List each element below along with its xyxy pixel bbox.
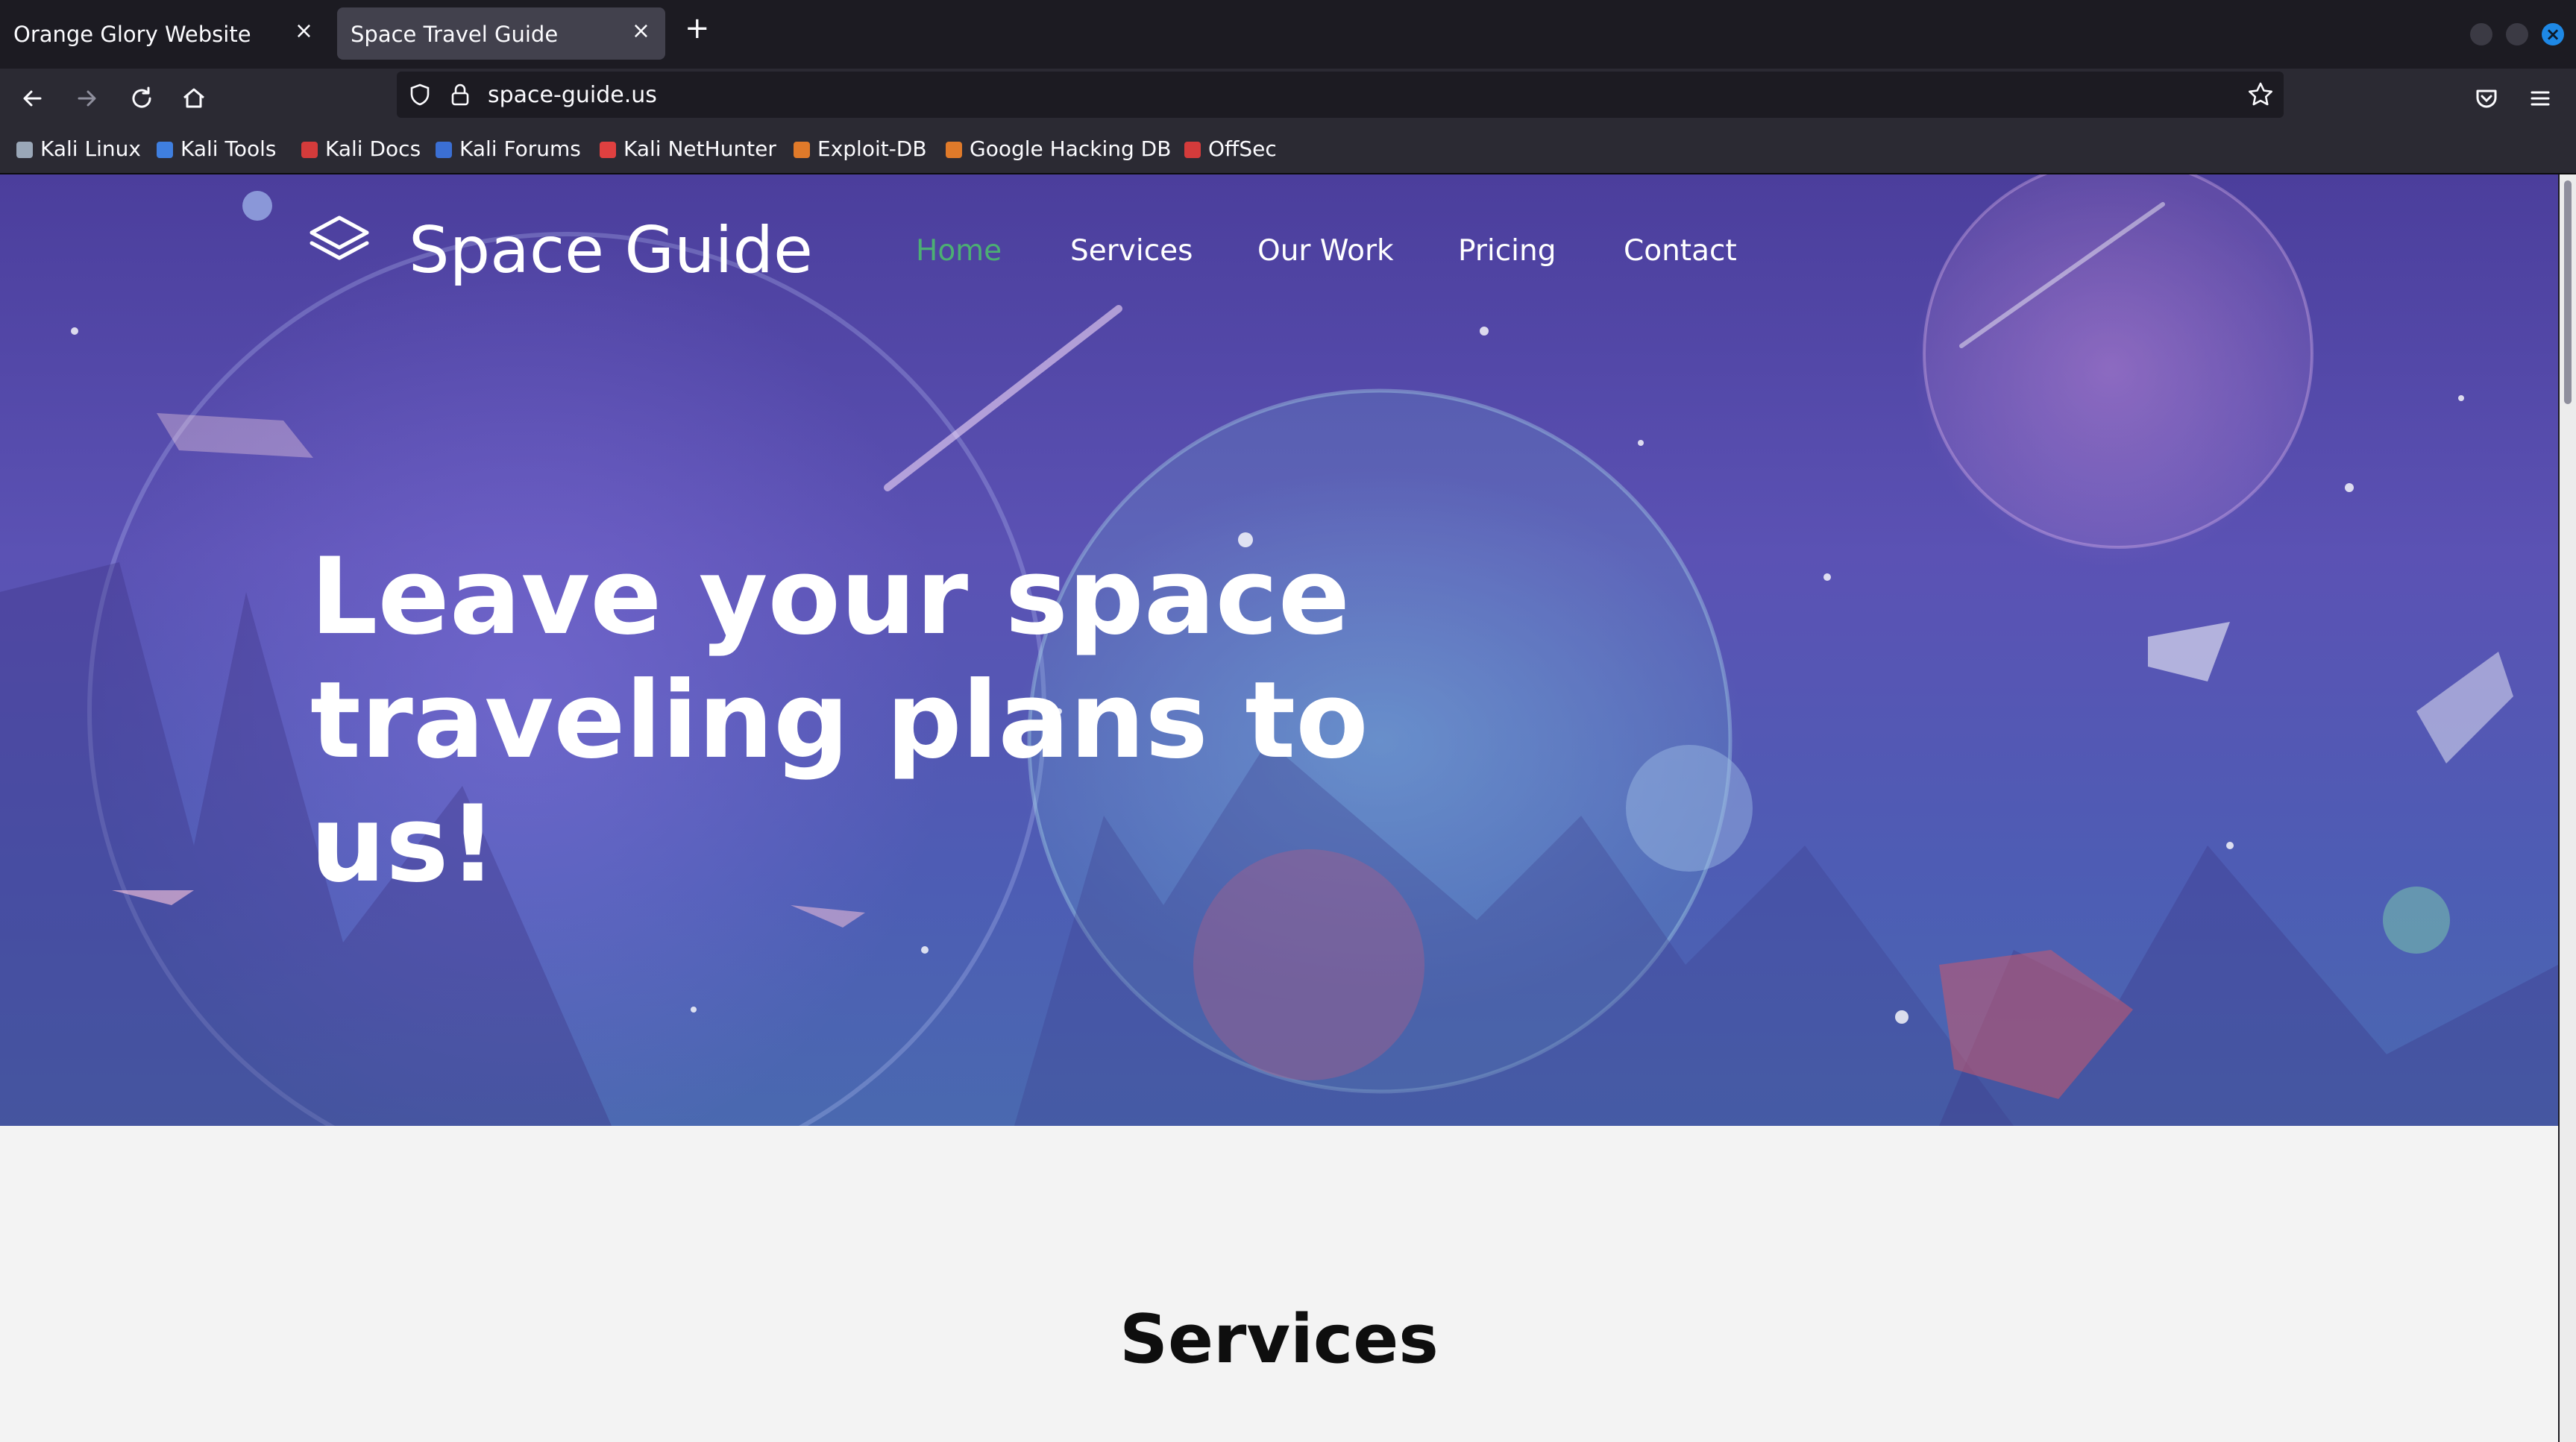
brand-name[interactable]: Space Guide <box>409 213 813 288</box>
nav-link-services[interactable]: Services <box>1070 234 1193 268</box>
bookmarks-toolbar: Kali Linux Kali Tools Kali Docs Kali For… <box>0 127 2576 174</box>
new-tab-button[interactable]: + <box>685 13 710 43</box>
hero-headline-line-1: Leave your space <box>310 535 1351 658</box>
navigation-toolbar: space-guide.us <box>0 69 2576 127</box>
nav-link-our-work[interactable]: Our Work <box>1257 234 1394 268</box>
minimize-window-button[interactable] <box>2470 23 2492 45</box>
bookmark-exploit-db[interactable]: Exploit-DB <box>794 136 927 161</box>
services-heading: Services <box>1119 1300 1439 1379</box>
shield-icon[interactable] <box>407 82 433 107</box>
nav-link-pricing[interactable]: Pricing <box>1458 234 1556 268</box>
bookmark-kali-nethunter[interactable]: Kali NetHunter <box>600 136 776 161</box>
bookmark-kali-tools[interactable]: Kali Tools <box>157 136 276 161</box>
bookmark-label: Exploit-DB <box>817 136 927 161</box>
bookmark-google-hacking-db[interactable]: Google Hacking DB <box>946 136 1171 161</box>
scrollbar-thumb[interactable] <box>2564 180 2572 404</box>
kali-docs-icon <box>301 142 318 158</box>
exploit-db-icon <box>794 142 810 158</box>
address-bar[interactable]: space-guide.us <box>397 72 2284 118</box>
bookmark-label: Kali Linux <box>40 136 141 161</box>
tab-orange-glory[interactable]: Orange Glory Website × <box>0 7 328 60</box>
nav-link-home[interactable]: Home <box>916 234 1002 268</box>
bookmark-label: Google Hacking DB <box>970 136 1172 161</box>
home-icon[interactable] <box>179 84 209 113</box>
url-text[interactable]: space-guide.us <box>488 82 657 108</box>
bookmark-kali-forums[interactable]: Kali Forums <box>436 136 581 161</box>
bookmark-label: OffSec <box>1208 136 1277 161</box>
tab-space-travel-guide[interactable]: Space Travel Guide × <box>337 7 665 60</box>
menu-icon[interactable] <box>2525 84 2555 113</box>
nav-link-contact[interactable]: Contact <box>1624 234 1737 268</box>
reload-icon[interactable] <box>127 84 157 113</box>
maximize-window-button[interactable] <box>2506 23 2528 45</box>
google-hacking-db-icon <box>946 142 962 158</box>
hero-headline: Leave your space traveling plans to us! <box>310 535 1578 907</box>
star-icon[interactable] <box>2246 81 2275 109</box>
tab-title: Orange Glory Website <box>13 22 251 47</box>
page-scrollbar[interactable] <box>2560 174 2576 1442</box>
close-window-button[interactable]: × <box>2542 23 2564 45</box>
close-tab-icon[interactable]: × <box>295 18 313 44</box>
kali-tools-icon <box>157 142 173 158</box>
kali-nethunter-icon <box>600 142 616 158</box>
bookmark-label: Kali Tools <box>180 136 277 161</box>
kali-dragon-icon <box>16 142 33 158</box>
bookmark-label: Kali Docs <box>325 136 421 161</box>
layers-logo-icon[interactable] <box>307 213 371 265</box>
tab-bar: Orange Glory Website × Space Travel Guid… <box>0 0 2576 69</box>
kali-forums-icon <box>436 142 452 158</box>
offsec-icon <box>1184 142 1201 158</box>
close-tab-icon[interactable]: × <box>632 18 650 44</box>
bookmark-label: Kali NetHunter <box>623 136 776 161</box>
tab-title: Space Travel Guide <box>351 22 559 47</box>
pocket-icon[interactable] <box>2472 84 2501 113</box>
hero-headline-line-2: traveling plans to us! <box>310 659 1369 906</box>
bookmark-offsec[interactable]: OffSec <box>1184 136 1277 161</box>
bookmark-label: Kali Forums <box>459 136 581 161</box>
lock-icon[interactable] <box>449 82 471 107</box>
hero-section: Space Guide Home Services Our Work Prici… <box>0 174 2558 1126</box>
bookmark-kali-docs[interactable]: Kali Docs <box>301 136 421 161</box>
back-icon[interactable] <box>18 84 48 113</box>
page-viewport: Space Guide Home Services Our Work Prici… <box>0 174 2558 1442</box>
bookmark-kali-linux[interactable]: Kali Linux <box>16 136 141 161</box>
forward-icon[interactable] <box>72 84 101 113</box>
